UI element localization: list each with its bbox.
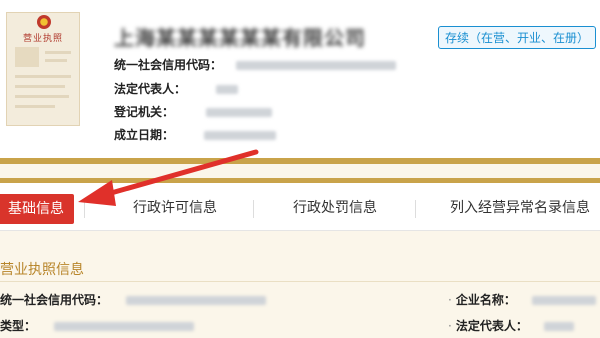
tab-divider xyxy=(84,200,85,218)
info-row-credit-code: 统一社会信用代码： xyxy=(114,56,397,73)
tab-divider xyxy=(415,200,416,218)
info-row-founded-date: 成立日期： xyxy=(114,126,277,143)
tab-administrative-license[interactable]: 行政许可信息 xyxy=(110,186,240,230)
field-legal-rep: · 法定代表人： xyxy=(448,317,575,334)
field-label: 法定代表人： xyxy=(455,319,528,333)
field-label: 统一社会信用代码： xyxy=(0,293,109,307)
credit-code-label: 统一社会信用代码： xyxy=(114,58,223,72)
license-text-line xyxy=(15,95,69,98)
field-type: 类型： xyxy=(0,317,195,334)
license-text-line xyxy=(45,51,71,54)
status-badge: 存续（在营、开业、在册） xyxy=(438,26,597,49)
legal-rep-value xyxy=(216,85,239,94)
field-enterprise-name: · 企业名称： xyxy=(448,291,597,308)
gold-divider xyxy=(0,178,600,183)
national-emblem-icon xyxy=(37,15,51,29)
founded-date-label: 成立日期： xyxy=(114,128,175,142)
license-text-line xyxy=(45,59,67,62)
field-label: 类型： xyxy=(0,319,37,333)
info-row-registration-authority: 登记机关： xyxy=(114,103,273,120)
tab-bar: 基础信息 行政许可信息 行政处罚信息 列入经营异常名录信息 xyxy=(0,186,600,231)
section-title: 营业执照信息 xyxy=(0,262,84,278)
field-value xyxy=(544,322,575,331)
field-value xyxy=(126,296,267,305)
info-row-legal-rep: 法定代表人： xyxy=(114,80,239,97)
section-divider xyxy=(0,281,600,282)
tab-basic-info[interactable]: 基础信息 xyxy=(0,194,74,224)
company-name: 上海某某某某某某有限公司 xyxy=(114,26,366,50)
field-credit-code: 统一社会信用代码： xyxy=(0,291,267,308)
license-photo xyxy=(15,47,39,67)
company-card: 营业执照 上海某某某某某某有限公司 存续（在营、开业、在册） 统一社会信用代码：… xyxy=(0,0,600,160)
registration-authority-label: 登记机关： xyxy=(114,105,175,119)
bullet-icon: · xyxy=(448,293,452,307)
license-info-section: 营业执照信息 统一社会信用代码： 类型： · 企业名称： · 法定代表人： xyxy=(0,231,600,338)
field-value xyxy=(532,296,597,305)
business-license-image[interactable]: 营业执照 xyxy=(6,12,80,126)
cream-strip xyxy=(0,164,600,178)
registration-authority-value xyxy=(206,108,273,117)
credit-code-value xyxy=(236,61,397,70)
license-text-line xyxy=(15,85,65,88)
field-value xyxy=(54,322,195,331)
founded-date-value xyxy=(204,131,277,140)
bullet-icon: · xyxy=(448,319,452,333)
license-title: 营业执照 xyxy=(22,34,63,44)
license-text-line xyxy=(15,75,71,78)
tab-abnormal-operation-list[interactable]: 列入经营异常名录信息 xyxy=(440,186,600,230)
tab-divider xyxy=(253,200,254,218)
legal-rep-label: 法定代表人： xyxy=(114,82,187,96)
field-label: 企业名称： xyxy=(455,293,516,307)
tab-administrative-penalty[interactable]: 行政处罚信息 xyxy=(270,186,400,230)
license-text-line xyxy=(15,105,55,108)
